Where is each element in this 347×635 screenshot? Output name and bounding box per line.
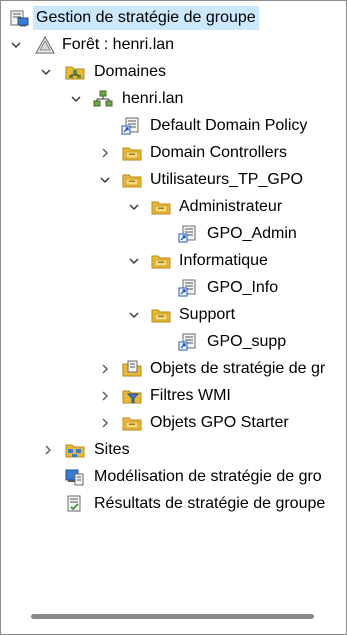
tree-node-label: Forêt : henri.lan [62,36,175,53]
tree-node-label: Objets GPO Starter [150,414,289,431]
chevron-down-icon[interactable] [127,249,141,273]
tree-node-ou-support[interactable]: Support [1,303,346,327]
domain-icon [93,90,113,108]
chevron-right-icon[interactable] [98,357,112,381]
folder-icon [151,198,171,216]
tree-node-label: Informatique [179,252,268,269]
tree-node-label: Gestion de stratégie de groupe [33,6,259,30]
tree-node-domain-controllers[interactable]: Domain Controllers [1,141,346,165]
tree-node-domain[interactable]: henri.lan [1,87,346,111]
chevron-down-icon[interactable] [39,60,53,84]
domains-icon [65,63,85,81]
sites-icon [65,441,85,459]
tree-node-wmi-filters[interactable]: Filtres WMI [1,384,346,408]
tree-node-label: Objets de stratégie de gr [150,360,326,377]
tree-node-label: Modélisation de stratégie de gro [94,468,322,485]
folder-icon [122,171,142,189]
tree-node-label: Administrateur [179,198,283,215]
folder-icon [151,252,171,270]
tree-node-root[interactable]: Gestion de stratégie de groupe [1,6,346,30]
tree-node-results[interactable]: Résultats de stratégie de groupe [1,492,346,516]
tree-node-label: Domaines [94,63,167,80]
chevron-right-icon[interactable] [41,438,55,462]
tree-node-label: Sites [94,441,130,458]
tree-node-modeling[interactable]: Modélisation de stratégie de gro [1,465,346,489]
gpo-link-icon [121,117,141,135]
folder-icon [122,144,142,162]
forest-icon [35,35,55,54]
gpo-link-icon [178,333,198,351]
chevron-right-icon[interactable] [98,411,112,435]
tree-node-gpo-objects[interactable]: Objets de stratégie de gr [1,357,346,381]
tree-node-gpo-admin[interactable]: GPO_Admin [1,222,346,246]
gpo-link-icon [178,225,198,243]
tree-node-label: Domain Controllers [150,144,287,161]
tree-node-label: Utilisateurs_TP_GPO [150,171,303,188]
gpo-folder-icon [122,360,142,378]
filter-folder-icon [122,387,142,405]
tree-node-domains[interactable]: Domaines [1,60,346,84]
gpmc-console-icon [9,9,29,27]
tree-node-ou-info[interactable]: Informatique [1,249,346,273]
chevron-right-icon[interactable] [98,141,112,165]
tree-node-ou-admin[interactable]: Administrateur [1,195,346,219]
tree-node-label: GPO_supp [207,333,287,350]
tree-node-label: GPO_Info [207,279,279,296]
scrollbar-thumb[interactable] [31,614,314,619]
tree-node-gpo-info[interactable]: GPO_Info [1,276,346,300]
results-icon [65,495,85,513]
chevron-right-icon[interactable] [98,384,112,408]
chevron-down-icon[interactable] [98,168,112,192]
tree-node-gpo-supp[interactable]: GPO_supp [1,330,346,354]
chevron-down-icon[interactable] [127,195,141,219]
tree-node-ou-users[interactable]: Utilisateurs_TP_GPO [1,168,346,192]
horizontal-scrollbar[interactable] [1,607,346,625]
chevron-down-icon[interactable] [127,303,141,327]
tree-node-label: Résultats de stratégie de groupe [94,495,326,512]
chevron-down-icon[interactable] [9,33,23,57]
tree-node-label: Default Domain Policy [150,117,308,134]
chevron-down-icon[interactable] [69,87,83,111]
tree-node-label: Filtres WMI [150,387,231,404]
folder-icon [122,414,142,432]
folder-icon [151,306,171,324]
gpmc-tree-pane: Gestion de stratégie de groupe Forêt : h… [0,0,347,635]
tree-node-label: Support [179,306,236,323]
modeling-icon [65,468,85,486]
tree-node-default-policy[interactable]: Default Domain Policy [1,114,346,138]
tree-node-label: GPO_Admin [207,225,297,242]
gpo-link-icon [178,279,198,297]
tree-node-starter-gpos[interactable]: Objets GPO Starter [1,411,346,435]
tree-node-forest[interactable]: Forêt : henri.lan [1,33,346,57]
tree-node-sites[interactable]: Sites [1,438,346,462]
tree-node-label: henri.lan [122,90,184,107]
